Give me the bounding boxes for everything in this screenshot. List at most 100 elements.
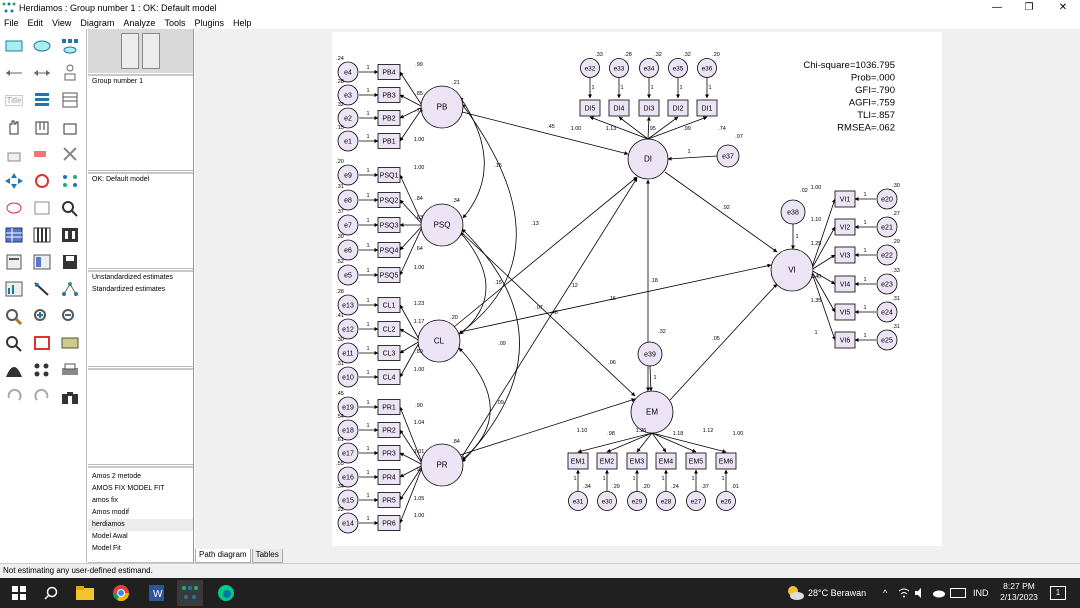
bayesian-curve-icon bbox=[6, 367, 22, 377]
keyboard-icon[interactable] bbox=[950, 588, 966, 598]
print-tool[interactable] bbox=[58, 359, 82, 381]
path-coef-e39-EM: .06 bbox=[608, 360, 616, 366]
bayesian-tool[interactable] bbox=[2, 359, 26, 381]
chrome-icon bbox=[112, 585, 130, 602]
undo-tool[interactable] bbox=[2, 386, 26, 408]
taskbar-edge[interactable] bbox=[213, 580, 239, 606]
touch-up-icon bbox=[62, 201, 78, 217]
file-item[interactable]: Model Fit bbox=[88, 543, 193, 555]
erase-tool[interactable] bbox=[58, 143, 82, 165]
menu-file[interactable]: File bbox=[4, 18, 19, 28]
object-properties-tool[interactable] bbox=[2, 278, 26, 300]
view-input-button[interactable] bbox=[121, 33, 139, 69]
clipboard-icon bbox=[6, 254, 22, 270]
draw-observed-rectangle-tool[interactable] bbox=[2, 35, 26, 57]
data-files-tool[interactable] bbox=[2, 224, 26, 246]
taskbar-amos[interactable] bbox=[177, 580, 203, 606]
list-dataset-tool[interactable] bbox=[58, 89, 82, 111]
volume-icon[interactable] bbox=[914, 588, 926, 598]
file-item-selected[interactable]: herdiamos bbox=[88, 519, 193, 531]
rotate-tool[interactable] bbox=[30, 170, 54, 192]
multiple-group-tool[interactable] bbox=[30, 359, 54, 381]
drag-properties-icon bbox=[34, 282, 49, 296]
move-tool[interactable] bbox=[30, 143, 54, 165]
scroll-tool[interactable] bbox=[30, 197, 54, 219]
list-variables-tool[interactable] bbox=[30, 89, 54, 111]
tab-tables[interactable]: Tables bbox=[251, 549, 283, 563]
fixed-path-1: 1 bbox=[863, 192, 866, 198]
menu-help[interactable]: Help bbox=[233, 18, 252, 28]
view-output-button[interactable] bbox=[142, 33, 160, 69]
minimize-button[interactable]: — bbox=[980, 0, 1014, 16]
model-item[interactable]: OK: Default model bbox=[88, 174, 193, 186]
shape-change-tool[interactable] bbox=[2, 170, 26, 192]
file-item[interactable]: AMOS FIX MODEL FIT bbox=[88, 483, 193, 495]
move-parameter-tool[interactable] bbox=[2, 197, 26, 219]
taskbar-word[interactable]: W bbox=[143, 580, 169, 606]
draw-latent-ellipse-tool[interactable] bbox=[30, 35, 54, 57]
redo-tool[interactable] bbox=[30, 386, 54, 408]
specification-search-tool[interactable] bbox=[58, 386, 82, 408]
menu-edit[interactable]: Edit bbox=[28, 18, 44, 28]
view-text-tool[interactable] bbox=[30, 251, 54, 273]
copy-to-clipboard-tool[interactable] bbox=[2, 251, 26, 273]
loupe-tool[interactable] bbox=[58, 332, 82, 354]
close-button[interactable]: ✕ bbox=[1046, 0, 1080, 16]
preserve-symmetries-tool[interactable] bbox=[58, 278, 82, 300]
error-variance: .01 bbox=[731, 484, 739, 490]
title-tool[interactable]: Title bbox=[2, 89, 26, 111]
zoom-out-icon bbox=[62, 309, 74, 321]
menu-plugins[interactable]: Plugins bbox=[194, 18, 224, 28]
zoom-select-tool[interactable] bbox=[2, 305, 26, 327]
clock[interactable]: 8:27 PM 2/13/2023 bbox=[998, 581, 1040, 603]
maximize-button[interactable]: ❐ bbox=[1012, 0, 1046, 16]
group-item[interactable]: Group number 1 bbox=[88, 76, 193, 88]
view-page-tool[interactable] bbox=[2, 332, 26, 354]
estimate-item-standardized[interactable]: Standardized estimates bbox=[88, 284, 193, 296]
double-arrow-tool[interactable] bbox=[30, 62, 54, 84]
unique-variable-tool[interactable] bbox=[58, 62, 82, 84]
taskbar-chrome[interactable] bbox=[108, 580, 134, 606]
menu-analyze[interactable]: Analyze bbox=[123, 18, 155, 28]
file-item[interactable]: Amos 2 metode bbox=[88, 471, 193, 483]
cloud-icon[interactable] bbox=[932, 588, 946, 598]
tab-path-diagram[interactable]: Path diagram bbox=[195, 549, 251, 563]
select-one-tool[interactable] bbox=[2, 116, 26, 138]
file-item[interactable]: Amos modif bbox=[88, 507, 193, 519]
file-item[interactable]: amos fix bbox=[88, 495, 193, 507]
notification-center-button[interactable]: 1 bbox=[1050, 586, 1066, 600]
start-button[interactable] bbox=[6, 580, 32, 606]
error-variance: .22 bbox=[336, 507, 344, 513]
analysis-properties-tool[interactable] bbox=[30, 224, 54, 246]
language-indicator[interactable]: IND bbox=[973, 578, 989, 608]
file-item[interactable]: Model Awal bbox=[88, 531, 193, 543]
select-all-tool[interactable] bbox=[30, 116, 54, 138]
single-arrow-tool[interactable] bbox=[2, 62, 26, 84]
tray-chevron-icon[interactable]: ^ bbox=[883, 578, 887, 608]
error-variance: .34 bbox=[336, 484, 344, 490]
taskbar-file-explorer[interactable] bbox=[72, 580, 98, 606]
save-diagram-tool[interactable] bbox=[58, 251, 82, 273]
menu-tools[interactable]: Tools bbox=[164, 18, 185, 28]
estimate-item-unstandardized[interactable]: Unstandardized estimates bbox=[88, 272, 193, 284]
zoom-in-tool[interactable] bbox=[30, 305, 54, 327]
zoom-out-tool[interactable] bbox=[58, 305, 82, 327]
duplicate-tool[interactable] bbox=[2, 143, 26, 165]
network-icon[interactable] bbox=[898, 588, 910, 598]
path-diagram-page[interactable]: e4 PB4 .24 1 .99 e3 PB3 .28 1 .85 e2 PB2 .32 1 .75 e1 PB… bbox=[332, 32, 942, 546]
fixed-path-1: 1 bbox=[863, 220, 866, 226]
fit-to-page-tool[interactable] bbox=[30, 332, 54, 354]
menu-view[interactable]: View bbox=[52, 18, 71, 28]
weather-text[interactable]: 28°C Berawan bbox=[808, 578, 866, 608]
menu-diagram[interactable]: Diagram bbox=[80, 18, 114, 28]
reflect-tool[interactable] bbox=[58, 170, 82, 192]
cov-value: .09 bbox=[496, 400, 504, 406]
deselect-tool[interactable] bbox=[58, 116, 82, 138]
draw-indicator-tool[interactable] bbox=[58, 35, 82, 57]
touch-up-tool[interactable] bbox=[58, 197, 82, 219]
fixed-path-1: 1 bbox=[620, 85, 623, 91]
calculate-estimates-tool[interactable] bbox=[58, 224, 82, 246]
drag-properties-tool[interactable] bbox=[30, 278, 54, 300]
search-button[interactable] bbox=[38, 580, 64, 606]
disturbance-e39-label: e39 bbox=[644, 352, 656, 359]
